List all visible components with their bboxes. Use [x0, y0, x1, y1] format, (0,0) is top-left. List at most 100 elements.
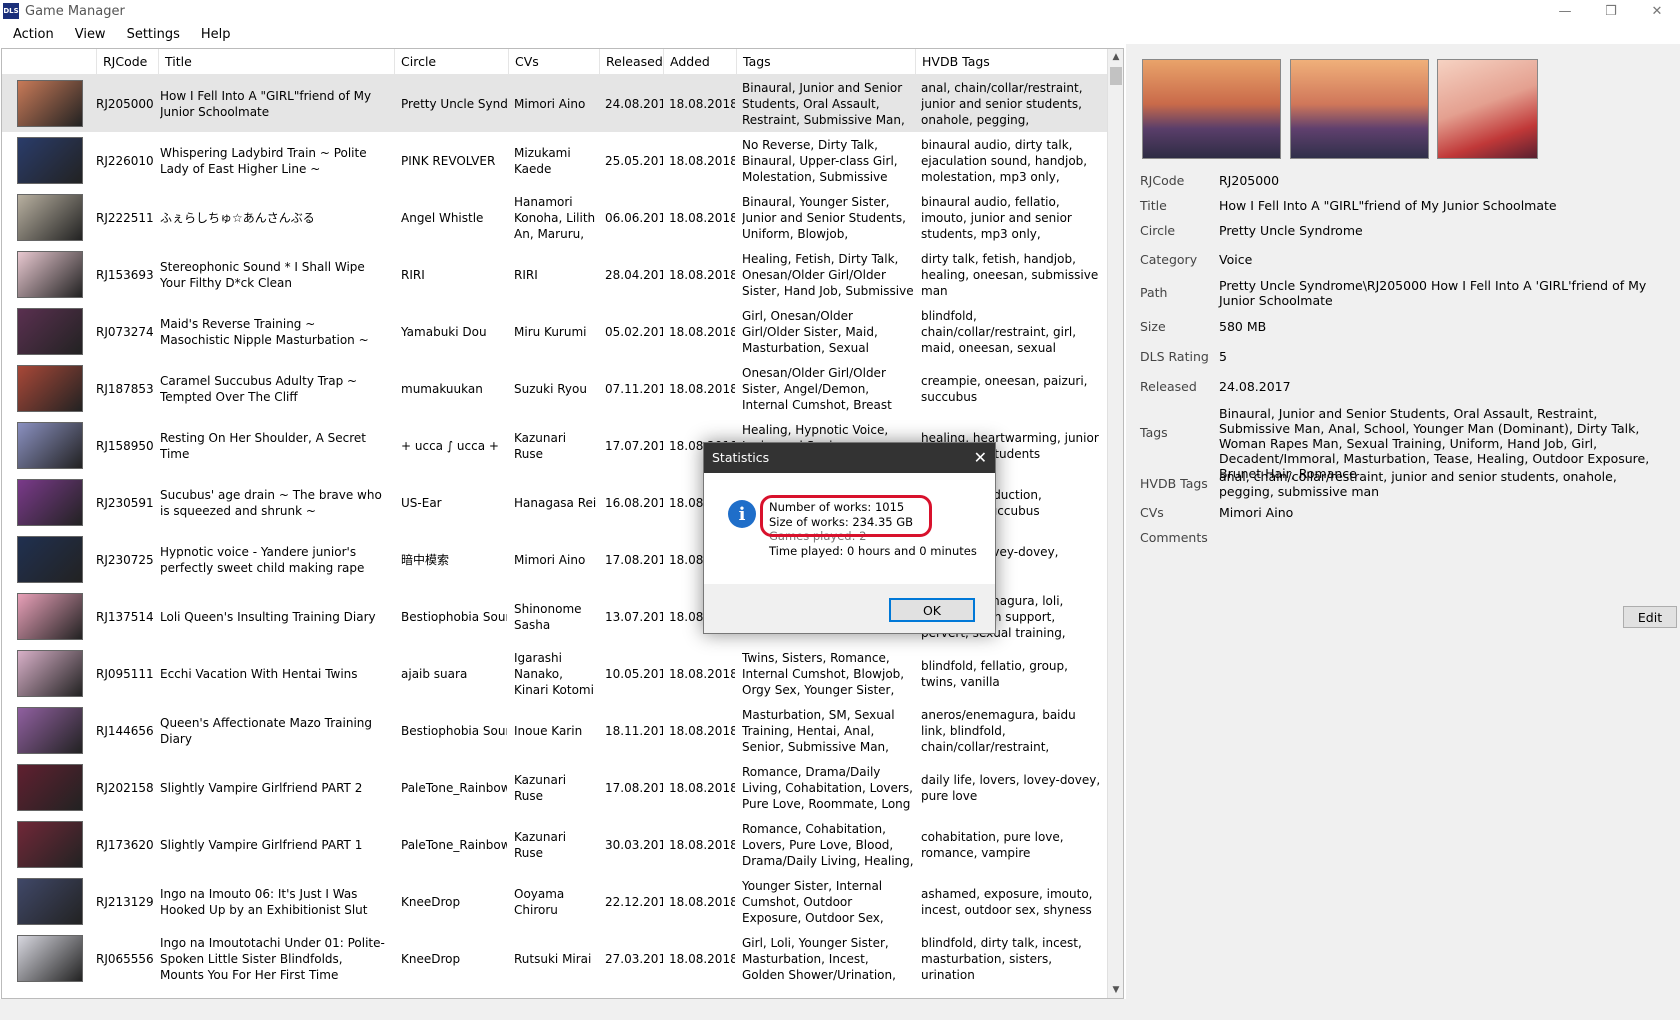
- scrollbar-thumb[interactable]: [1110, 67, 1122, 85]
- column-header-title[interactable]: Title: [158, 49, 394, 75]
- tags-cell: Masturbation, SM, Sexual Training, Henta…: [742, 702, 914, 759]
- rjcode-cell-text: RJ226010: [96, 153, 154, 168]
- table-row[interactable]: RJ073274 Maid's Reverse Training ~ Masoch…: [2, 303, 1108, 360]
- menu-bar: Action View Settings Help: [0, 24, 239, 44]
- column-header-added[interactable]: Added: [663, 49, 736, 75]
- added-cell: 18.08.2018...: [669, 702, 735, 759]
- edit-button[interactable]: Edit: [1623, 606, 1677, 628]
- menu-settings[interactable]: Settings: [114, 27, 188, 42]
- added-cell-text: 18.08.2018...: [669, 780, 735, 795]
- dialog-close-icon[interactable]: ✕: [974, 448, 987, 467]
- title-cell-text: Maid's Reverse Training ~ Masochistic Ni…: [160, 316, 369, 347]
- rjcode-cell-text: RJ222511: [96, 210, 154, 225]
- tags-cell: Younger Sister, Internal Cumshot, Outdoo…: [742, 873, 914, 930]
- title-cell: Sucubus' age drain ~ The brave who is sq…: [160, 474, 388, 531]
- path-label: Path: [1140, 285, 1168, 300]
- tags-cell: Healing, Fetish, Dirty Talk, Onesan/Olde…: [742, 246, 914, 303]
- menu-view[interactable]: View: [62, 27, 114, 42]
- tags-cell-text: Healing, Fetish, Dirty Talk, Onesan/Olde…: [742, 251, 914, 298]
- tags-cell: Binaural, Junior and Senior Students, Or…: [742, 75, 914, 132]
- released-cell-text: 06.06.2018: [605, 210, 663, 225]
- hvdb-tags-cell-text: daily life, lovers, lovey-dovey, pure lo…: [921, 772, 1101, 803]
- added-cell: 18.08.2018...: [669, 132, 735, 189]
- circle-cell: RIRI: [401, 246, 507, 303]
- hvdb-tags-cell-text: creampie, oneesan, paizuri, succubus: [921, 373, 1088, 404]
- column-header-rjcode[interactable]: RJCode: [96, 49, 158, 75]
- table-row[interactable]: RJ144656 Queen's Affectionate Mazo Traini…: [2, 702, 1108, 759]
- title-cell-text: Stereophonic Sound * I Shall Wipe Your F…: [160, 259, 365, 290]
- circle-cell-text: 暗中模索: [401, 552, 450, 567]
- table-row[interactable]: RJ226010 Whispering Ladybird Train ~ Poli…: [2, 132, 1108, 189]
- added-cell-text: 18.08.2018...: [669, 153, 735, 168]
- cvs-cell: Hanagasa Rei: [514, 474, 598, 531]
- table-row[interactable]: RJ222511 ふぇらしちゅ☆あんさんぶる Angel Whistle Hanamo…: [2, 189, 1108, 246]
- cvs-cell-text: Mimori Aino: [514, 96, 586, 111]
- tags-cell: Romance, Cohabitation, Lovers, Pure Love…: [742, 816, 914, 873]
- rjcode-cell-text: RJ230725: [96, 552, 154, 567]
- vertical-scrollbar[interactable]: ▲ ▼: [1107, 49, 1123, 998]
- table-row[interactable]: RJ095111 Ecchi Vacation With Hentai Twins…: [2, 645, 1108, 702]
- scroll-up-arrow[interactable]: ▲: [1108, 49, 1123, 65]
- table-row[interactable]: RJ065556 Ingo na Imoutotachi Under 01: Po…: [2, 930, 1108, 987]
- hvdb-tags-cell-text: aneros/enemagura, baidu link, blindfold,…: [921, 707, 1076, 754]
- added-cell: 18.08.2018...: [669, 816, 735, 873]
- size-label: Size: [1140, 319, 1166, 334]
- scroll-down-arrow[interactable]: ▼: [1108, 982, 1123, 998]
- released-cell-text: 30.03.2016: [605, 837, 663, 852]
- row-thumbnail: [17, 707, 83, 754]
- added-cell: 18.08.2018...: [669, 930, 735, 987]
- row-thumbnail: [17, 422, 83, 469]
- title-cell-text: Ecchi Vacation With Hentai Twins: [160, 666, 358, 681]
- circle-cell-text: RIRI: [401, 267, 425, 282]
- rjcode-cell: RJ202158: [96, 759, 158, 816]
- hvdb-tags-cell: dirty talk, fetish, handjob, healing, on…: [921, 246, 1101, 303]
- added-cell-text: 18.08.2018...: [669, 837, 735, 852]
- added-cell-text: 18.08.2018...: [669, 267, 735, 282]
- column-header-released[interactable]: Released: [599, 49, 663, 75]
- table-row[interactable]: RJ205000 How I Fell Into A "GIRL"friend o…: [2, 75, 1108, 132]
- circle-cell: ajaib suara: [401, 645, 507, 702]
- title-cell-text: Queen's Affectionate Mazo Training Diary: [160, 715, 372, 746]
- hvdb-tags-cell-text: binaural audio, dirty talk, ejaculation …: [921, 137, 1088, 184]
- minimize-button[interactable]: —: [1542, 0, 1588, 22]
- circle-cell-text: mumakuukan: [401, 381, 483, 396]
- column-header-tags[interactable]: Tags: [736, 49, 915, 75]
- released-cell: 24.08.2017: [605, 75, 663, 132]
- hvdb-tags-cell: aneros/enemagura, baidu link, blindfold,…: [921, 702, 1101, 759]
- column-header-hvdb-tags[interactable]: HVDB Tags: [915, 49, 1108, 75]
- table-row[interactable]: RJ173620 Slightly Vampire Girlfriend PART…: [2, 816, 1108, 873]
- row-thumbnail: [17, 764, 83, 811]
- ok-button[interactable]: OK: [889, 598, 975, 622]
- cover-image-2[interactable]: [1290, 59, 1429, 159]
- rjcode-cell: RJ065556: [96, 930, 158, 987]
- maximize-button[interactable]: ❒: [1588, 0, 1634, 22]
- title-cell: Slightly Vampire Girlfriend PART 1: [160, 816, 388, 873]
- close-button[interactable]: ✕: [1634, 0, 1680, 22]
- menu-action[interactable]: Action: [0, 27, 62, 42]
- cvs-cell-text: Miru Kurumi: [514, 324, 587, 339]
- rjcode-cell-text: RJ073274: [96, 324, 154, 339]
- rjcode-cell-text: RJ137514: [96, 609, 154, 624]
- released-cell: 07.11.2016: [605, 360, 663, 417]
- table-row[interactable]: RJ202158 Slightly Vampire Girlfriend PART…: [2, 759, 1108, 816]
- cover-image-1[interactable]: [1142, 59, 1281, 159]
- cover-image-3[interactable]: [1437, 59, 1538, 159]
- menu-help[interactable]: Help: [188, 27, 239, 42]
- hvdb-tags-cell: cohabitation, pure love, romance, vampir…: [921, 816, 1101, 873]
- hvdb-tags-cell-text: dirty talk, fetish, handjob, healing, on…: [921, 251, 1099, 298]
- title-cell-text: Ingo na Imoutotachi Under 01: Polite-Spo…: [160, 935, 385, 982]
- table-row[interactable]: RJ187853 Caramel Succubus Adulty Trap ~ T…: [2, 360, 1108, 417]
- released-cell-text: 13.07.2014: [605, 609, 663, 624]
- released-cell-text: 10.05.2012: [605, 666, 663, 681]
- table-row[interactable]: RJ213129 Ingo na Imouto 06: It's Just I W…: [2, 873, 1108, 930]
- rjcode-cell-text: RJ153693: [96, 267, 154, 282]
- circle-cell: PaleTone_Rainbow...: [401, 759, 507, 816]
- window-controls: — ❒ ✕: [1542, 0, 1680, 22]
- hvdb-tags-cell-text: binaural audio, fellatio, imouto, junior…: [921, 194, 1072, 241]
- hvdb-tags-label: HVDB Tags: [1140, 476, 1208, 491]
- rjcode-cell: RJ230591: [96, 474, 158, 531]
- rating-label: DLS Rating: [1140, 349, 1209, 364]
- column-header-circle[interactable]: Circle: [394, 49, 508, 75]
- column-header-cvs[interactable]: CVs: [508, 49, 599, 75]
- table-row[interactable]: RJ153693 Stereophonic Sound * I Shall Wip…: [2, 246, 1108, 303]
